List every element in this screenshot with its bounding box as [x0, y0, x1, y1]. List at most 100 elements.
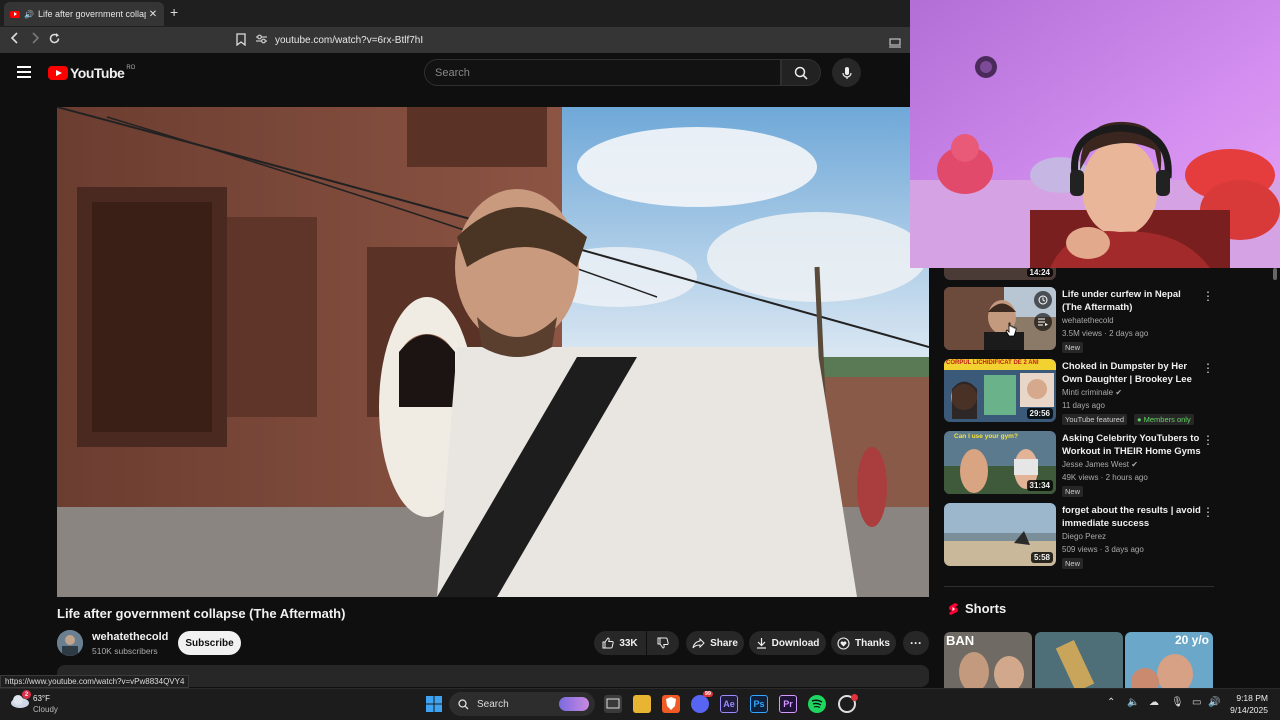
verified-icon: ✔: [1131, 460, 1138, 469]
video-player[interactable]: [57, 107, 929, 597]
more-vertical-icon[interactable]: ⋮: [1202, 505, 1214, 519]
webcam-overlay: [910, 0, 1280, 268]
search-highlight-icon: [559, 697, 589, 711]
recommendation-channel[interactable]: wehatethecold: [1062, 316, 1114, 325]
microphone-icon[interactable]: 🎙: [1171, 697, 1184, 708]
shorts-item[interactable]: [1035, 632, 1123, 690]
after-effects-icon[interactable]: Ae: [720, 695, 738, 713]
video-duration: 31:34: [1026, 480, 1053, 491]
discord-icon[interactable]: 99: [691, 691, 713, 713]
recommendation-title[interactable]: Life under curfew in Nepal (The Aftermat…: [1062, 288, 1202, 314]
obs-studio-icon[interactable]: [838, 694, 858, 713]
back-icon[interactable]: [9, 31, 21, 48]
recommendation-item[interactable]: Can I use your gym? 31:34 Asking Celebri…: [944, 431, 1214, 497]
new-badge: New: [1062, 486, 1084, 497]
recording-indicator-icon: [851, 694, 858, 701]
recommendation-title[interactable]: Choked in Dumpster by Her Own Daughter |…: [1062, 360, 1202, 387]
thanks-label: Thanks: [854, 637, 890, 649]
task-view-icon[interactable]: [604, 695, 622, 713]
cast-icon[interactable]: [889, 35, 901, 53]
weather-condition: Cloudy: [33, 705, 58, 714]
recommendation-item[interactable]: Life under curfew in Nepal (The Aftermat…: [944, 287, 1214, 353]
address-bar[interactable]: youtube.com/watch?v=6rx-Btlf7hI: [256, 30, 910, 50]
search-placeholder: Search: [435, 66, 470, 79]
dislike-button[interactable]: [647, 631, 679, 655]
new-badge: New: [1062, 342, 1084, 353]
download-button[interactable]: Download: [749, 631, 826, 655]
members-only-label: Members only: [1143, 415, 1191, 424]
recommendation-channel[interactable]: Minti criminale ✔: [1062, 388, 1122, 397]
new-badge: New: [1062, 558, 1084, 569]
site-info-icon[interactable]: [256, 34, 267, 47]
menu-icon[interactable]: [17, 66, 31, 78]
tray-overflow-icon[interactable]: ⌃: [1107, 697, 1115, 708]
display-icon[interactable]: ▭: [1192, 697, 1201, 708]
youtube-logo[interactable]: YouTube RO: [48, 65, 135, 81]
volume-icon[interactable]: 🔊: [1208, 697, 1220, 708]
recommendation-channel[interactable]: Jesse James West ✔: [1062, 460, 1138, 469]
photoshop-icon[interactable]: Ps: [750, 695, 768, 713]
browser-tab[interactable]: 🔊 Life after government collaps ✕: [4, 2, 164, 26]
thanks-button[interactable]: Thanks: [831, 631, 896, 655]
more-vertical-icon[interactable]: ⋮: [1202, 433, 1214, 447]
video-thumbnail[interactable]: Can I use your gym? 31:34: [944, 431, 1056, 494]
bookmark-icon[interactable]: [236, 33, 246, 51]
watch-later-icon[interactable]: [1034, 291, 1052, 309]
more-actions-button[interactable]: ···: [903, 631, 929, 655]
shorts-item[interactable]: 20 y/o: [1125, 632, 1213, 690]
clock-date[interactable]: 9/14/2025: [1222, 705, 1268, 715]
previous-video-thumbnail[interactable]: 14:24: [944, 268, 1056, 280]
recommendation-item[interactable]: 5:58 forget about the results | avoid im…: [944, 503, 1214, 569]
voice-search-button[interactable]: [832, 58, 861, 87]
share-icon: [692, 637, 705, 648]
recommendation-item[interactable]: CORPUL LICHIDIFICAT DE 2 ANI 29:56 Choke…: [944, 359, 1214, 425]
add-to-queue-icon[interactable]: [1034, 313, 1052, 331]
subscriber-count: 510K subscribers: [92, 646, 158, 656]
share-label: Share: [710, 637, 738, 649]
premiere-pro-icon[interactable]: Pr: [779, 695, 797, 713]
file-explorer-icon[interactable]: [633, 695, 651, 713]
search-button[interactable]: [781, 59, 821, 86]
more-vertical-icon[interactable]: ⋮: [1202, 289, 1214, 303]
reload-icon[interactable]: [48, 32, 61, 48]
video-thumbnail[interactable]: 5:58: [944, 503, 1056, 566]
clock-time[interactable]: 9:18 PM: [1228, 693, 1268, 703]
new-tab-icon[interactable]: +: [170, 4, 178, 20]
country-code: RO: [126, 65, 136, 71]
brave-browser-icon[interactable]: [662, 695, 680, 713]
audio-playing-icon[interactable]: 🔊: [24, 10, 34, 19]
spotify-icon[interactable]: [808, 695, 826, 713]
channel-avatar[interactable]: [57, 630, 83, 656]
recommendation-title[interactable]: Asking Celebrity YouTubers to Workout in…: [1062, 432, 1202, 458]
tab-title: Life after government collaps: [37, 9, 146, 19]
close-tab-icon[interactable]: ✕: [146, 9, 160, 20]
speaker-icon[interactable]: 🔈: [1127, 697, 1139, 708]
like-button[interactable]: 33K: [594, 631, 646, 655]
weather-widget[interactable]: 2: [10, 690, 31, 709]
more-vertical-icon[interactable]: ⋮: [1202, 361, 1214, 375]
logo-text: YouTube: [70, 65, 125, 81]
video-thumbnail[interactable]: [944, 287, 1056, 350]
short-caption: 20 y/o: [1174, 633, 1209, 647]
recommendation-title[interactable]: forget about the results | avoid immedia…: [1062, 504, 1202, 530]
video-thumbnail[interactable]: CORPUL LICHIDIFICAT DE 2 ANI 29:56: [944, 359, 1056, 422]
network-icon[interactable]: ☁: [1149, 697, 1159, 708]
channel-name[interactable]: wehatethecold: [92, 631, 168, 643]
shorts-item[interactable]: BAN: [944, 632, 1032, 690]
share-button[interactable]: Share: [686, 631, 744, 655]
members-icon: ●: [1137, 415, 1142, 424]
video-duration: 14:24: [1026, 268, 1053, 277]
search-icon: [458, 698, 469, 709]
recommendation-channel[interactable]: Diego Perez: [1062, 532, 1106, 541]
windows-start-icon[interactable]: [425, 695, 443, 713]
forward-icon[interactable]: [29, 31, 41, 48]
recommendation-meta: 3.5M views · 2 days ago: [1062, 329, 1149, 338]
scrollbar-thumb[interactable]: [1273, 268, 1277, 280]
youtube-favicon-icon: [10, 10, 20, 18]
search-input[interactable]: Search: [424, 59, 781, 86]
subscribe-button[interactable]: Subscribe: [178, 631, 241, 655]
like-count: 33K: [619, 637, 638, 649]
taskbar-search[interactable]: Search: [449, 692, 595, 716]
thanks-heart-icon: [837, 636, 850, 650]
scrollbar[interactable]: [1270, 268, 1280, 688]
